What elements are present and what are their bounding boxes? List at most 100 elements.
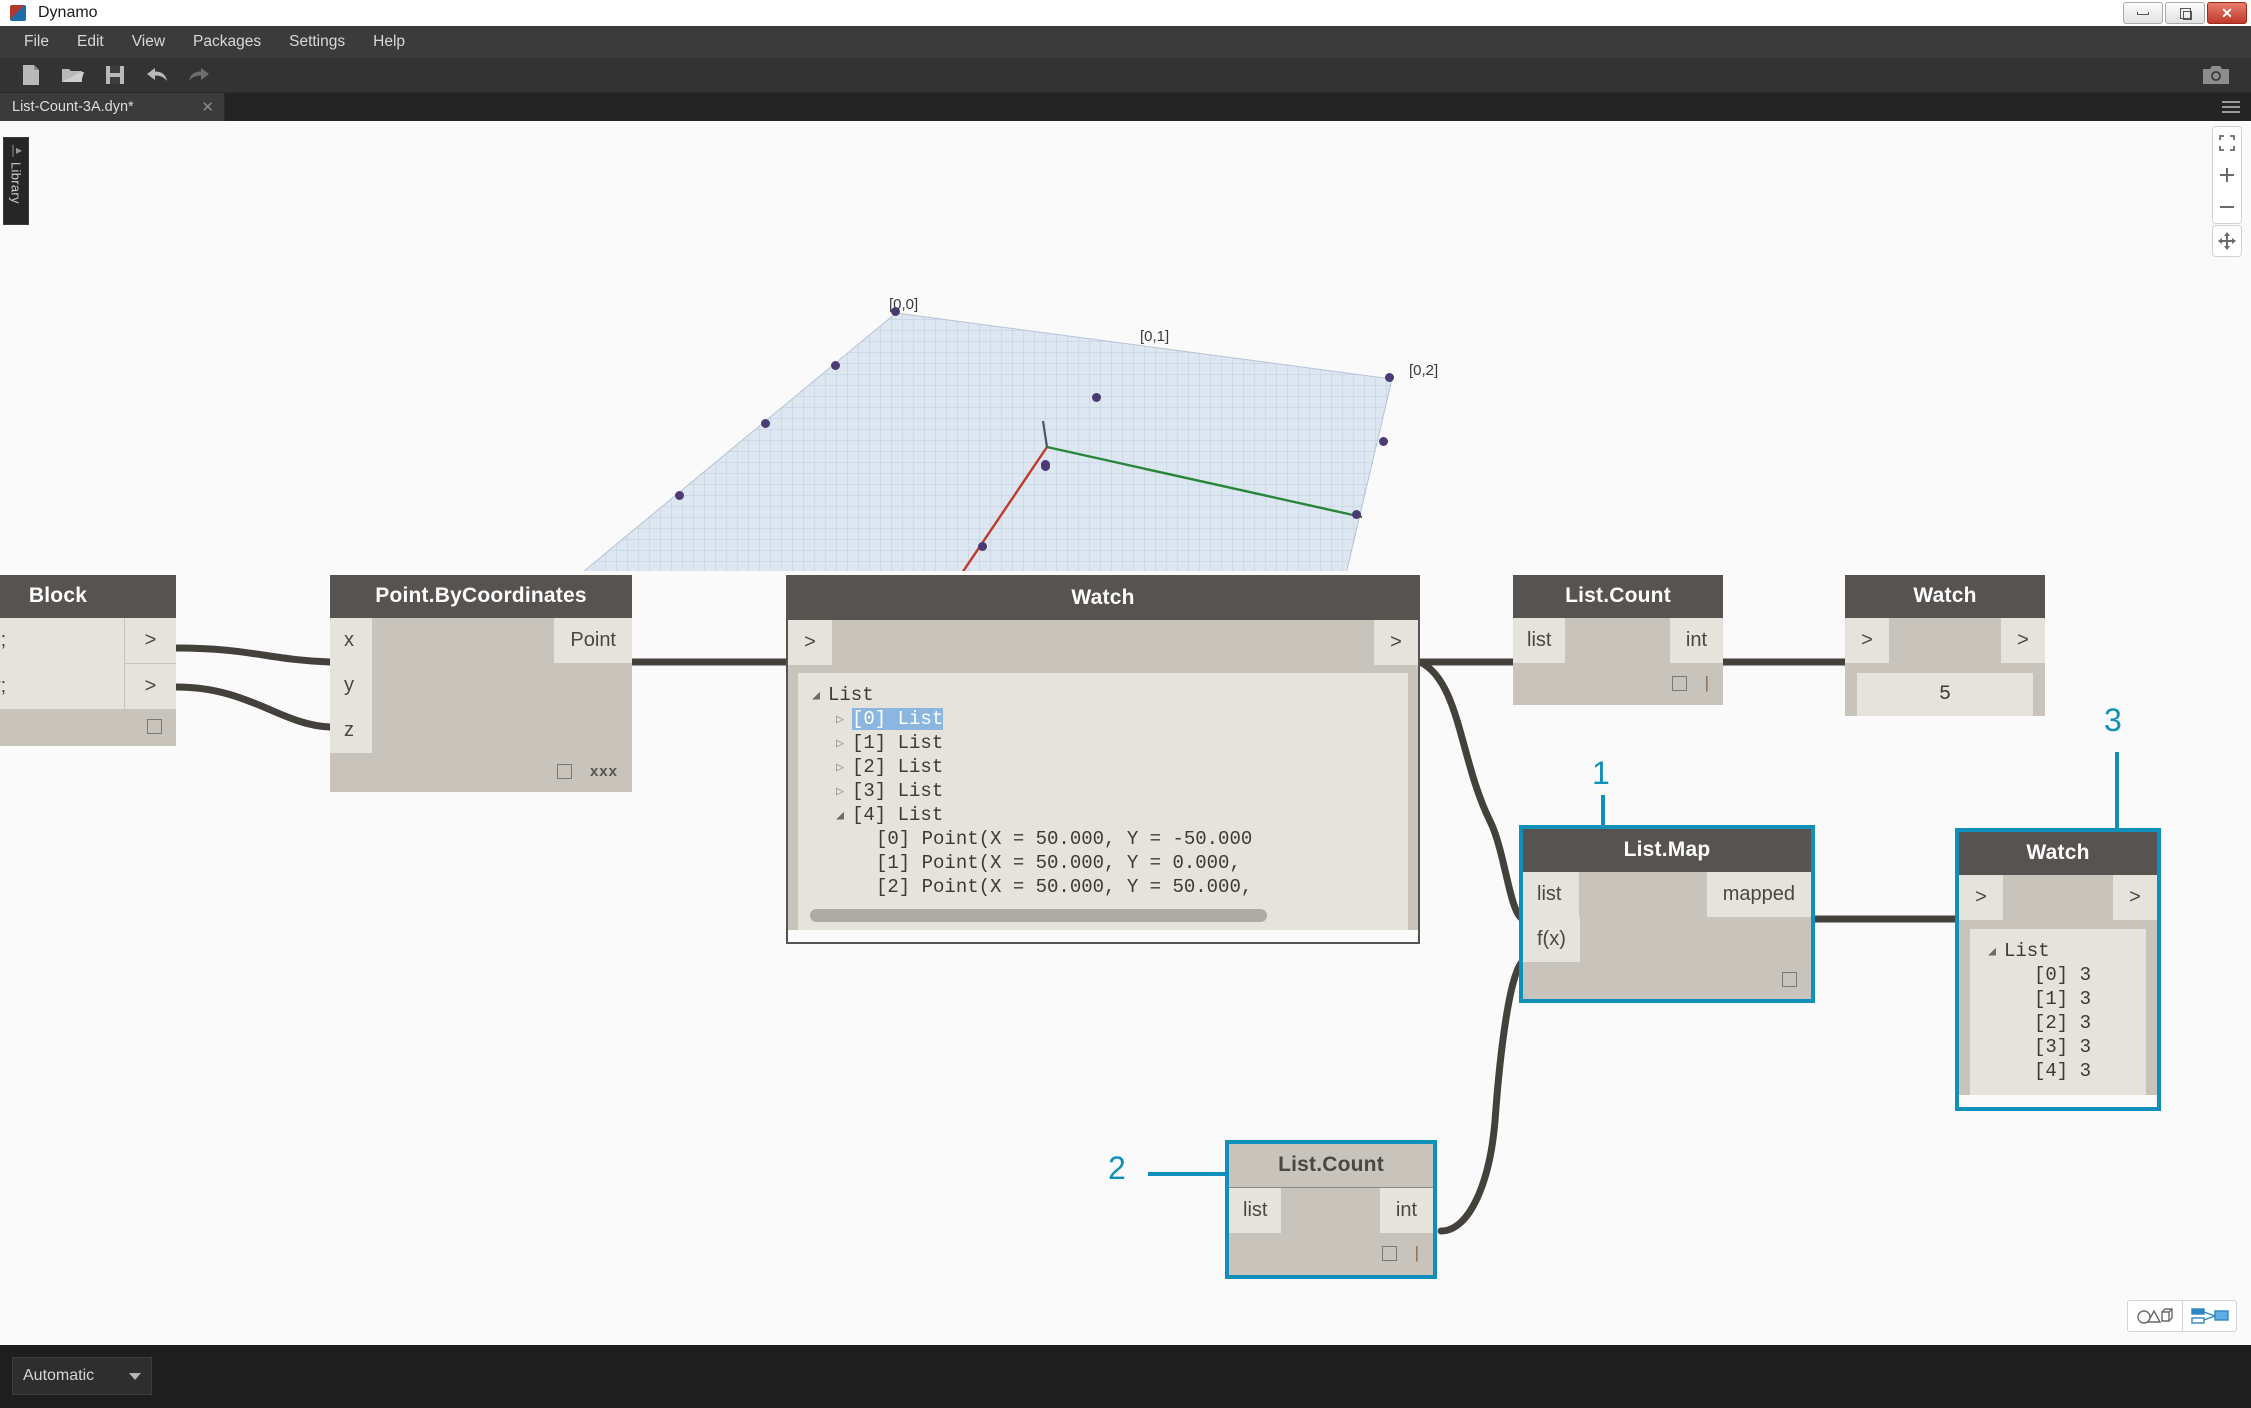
scrollbar-thumb[interactable] [810,909,1268,922]
code-output-ny[interactable]: > [124,663,176,709]
status-bar: Automatic [0,1345,2251,1408]
code-row-ny: ..#Ny; > [0,663,176,709]
preview-checkbox[interactable] [1671,675,1687,691]
port-row: > > [1959,875,2157,920]
new-file-button[interactable] [10,60,52,90]
pan-button[interactable] [2212,225,2242,257]
collapse-arrow-icon[interactable]: ◢ [1980,944,2004,959]
open-folder-icon [62,69,84,82]
input-port-x[interactable]: x [330,618,372,663]
menu-item-help[interactable]: Help [359,29,419,55]
watch-tree-row[interactable]: ◢ List [804,683,1402,707]
background-3d-preview[interactable]: [0,0] [0,1] [0,2] [0,121,2251,652]
save-button[interactable] [94,60,136,90]
preview-checkbox[interactable] [1782,972,1797,987]
lacing-indicator[interactable]: | [1705,673,1709,693]
input-port-list[interactable]: list [1229,1188,1282,1233]
tab-list-count-3a[interactable]: List-Count-3A.dyn* ✕ [0,93,225,121]
workspace-menu-button[interactable] [2211,93,2251,121]
fit-to-screen-icon [2219,135,2235,151]
node-footer-tag: xxx [589,763,618,780]
node-list-map[interactable]: List.Map list mapped f(x) [1519,825,1815,1003]
expand-arrow-icon[interactable]: ▷ [828,760,852,775]
input-port[interactable]: > [1845,618,1889,663]
output-port[interactable]: > [2113,875,2157,920]
watch-horizontal-scrollbar[interactable] [810,909,1396,922]
output-port-int[interactable]: int [1669,618,1723,663]
preview-checkbox[interactable] [1381,1245,1397,1261]
fit-to-screen-button[interactable] [2213,127,2241,159]
menu-bar: File Edit View Packages Settings Help [0,26,2251,58]
node-code-block[interactable]: Block ..#Nx; > ..#Ny; > [0,575,176,746]
input-port-y[interactable]: y [330,663,372,708]
node-watch-main[interactable]: Watch > > ◢ List ▷ [0] List ▷ [1] List ▷… [786,575,1420,944]
menu-item-packages[interactable]: Packages [179,29,275,55]
code-output-nx[interactable]: > [124,618,176,663]
output-port-point[interactable]: Point [554,618,632,663]
output-port-mapped[interactable]: mapped [1706,872,1811,917]
menu-item-view[interactable]: View [118,29,179,55]
input-port[interactable]: > [1959,875,2003,920]
geometry-view-button[interactable] [2128,1301,2182,1331]
node-point-by-coordinates[interactable]: Point.ByCoordinates x Point y z xxx [330,575,632,792]
node-list-count-top[interactable]: List.Count list int | [1513,575,1723,705]
watch-tree-row: [2] 3 [1980,1011,2136,1035]
lacing-indicator[interactable]: | [1415,1243,1419,1263]
node-watch-count[interactable]: Watch > > 5 [1845,575,2045,730]
input-port-list[interactable]: list [1513,618,1566,663]
undo-button[interactable] [136,60,178,90]
watch-tree-row[interactable]: ◢ List [1980,939,2136,963]
output-port[interactable]: > [2001,618,2045,663]
preview-point [1352,510,1361,519]
node-list-count-function[interactable]: List.Count list int | [1225,1140,1437,1279]
expand-arrow-icon[interactable]: ▷ [828,736,852,751]
menu-item-settings[interactable]: Settings [275,29,359,55]
watch-tree[interactable]: ◢ List ▷ [0] List ▷ [1] List ▷ [2] List … [798,673,1408,930]
library-panel-toggle[interactable]: ∣▸ Library [3,137,29,225]
port-row-list: list mapped [1523,872,1811,917]
run-mode-dropdown[interactable]: Automatic [12,1357,152,1395]
watch-tree-row[interactable]: ▷ [3] List [804,779,1402,803]
menu-item-edit[interactable]: Edit [63,29,118,55]
redo-button[interactable] [178,60,220,90]
graph-view-button[interactable] [2182,1301,2236,1331]
watch-tree-row[interactable]: ▷ [1] List [804,731,1402,755]
watch-tree-label: [2] 3 [2034,1012,2092,1034]
watch-tree-label: [1] Point(X = 50.000, Y = 0.000, [876,852,1241,874]
input-port-list[interactable]: list [1523,872,1579,917]
watch-tree-row[interactable]: ◢ [4] List [804,803,1402,827]
input-port-fx[interactable]: f(x) [1523,917,1580,962]
tab-close-icon[interactable]: ✕ [183,98,214,116]
code-text-nx[interactable]: ..#Nx; [0,618,124,663]
expand-arrow-icon[interactable]: ▷ [828,784,852,799]
watch-tree-row[interactable]: ▷ [0] List [804,707,1402,731]
node-watch-mapped[interactable]: Watch > > ◢ List [0] 3 [1] 3 [2] 3 [3] 3… [1955,828,2161,1111]
preview-checkbox[interactable] [147,719,162,734]
watch-tree[interactable]: ◢ List [0] 3 [1] 3 [2] 3 [3] 3 [4] 3 [1970,929,2146,1095]
tab-label: List-Count-3A.dyn* [12,99,134,115]
close-button[interactable]: ✕ [2207,2,2247,24]
input-port[interactable]: > [788,620,832,665]
input-port-z[interactable]: z [330,708,372,753]
menu-item-file[interactable]: File [10,29,63,55]
minimize-button[interactable] [2123,2,2163,24]
maximize-button[interactable] [2165,2,2205,24]
expand-arrow-icon[interactable]: ▷ [828,712,852,727]
watch-tree-row[interactable]: ▷ [2] List [804,755,1402,779]
preview-checkbox[interactable] [556,764,572,779]
redo-icon [189,68,209,81]
zoom-out-button[interactable] [2213,191,2241,223]
output-port[interactable]: > [1374,620,1418,665]
screenshot-button[interactable] [2195,60,2237,90]
open-file-button[interactable] [52,60,94,90]
callout-leader-1 [1601,795,1605,829]
port-row: > > [1845,618,2045,663]
collapse-arrow-icon[interactable]: ◢ [804,688,828,703]
code-text-ny[interactable]: ..#Ny; [0,663,124,709]
zoom-in-button[interactable] [2213,159,2241,191]
node-footer [0,709,176,746]
tab-bar-empty [225,93,2211,121]
collapse-arrow-icon[interactable]: ◢ [828,808,852,823]
output-port-int[interactable]: int [1379,1188,1433,1233]
node-body: > > ◢ List ▷ [0] List ▷ [1] List ▷ [2] L… [788,620,1418,930]
